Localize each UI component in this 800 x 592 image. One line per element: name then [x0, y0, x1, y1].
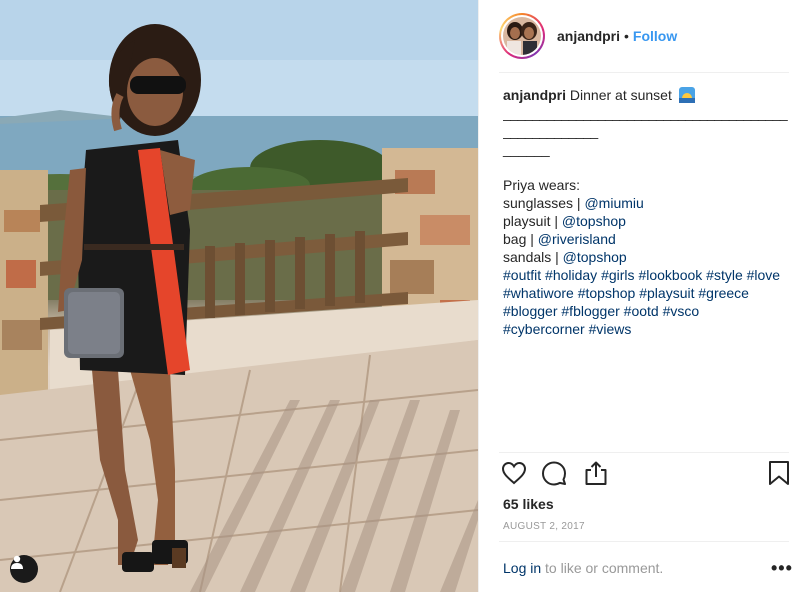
post-photo[interactable]: [0, 0, 478, 592]
caption-headline-line: anjandpri Dinner at sunset: [503, 86, 793, 104]
hashtag-link[interactable]: #topshop: [578, 285, 636, 301]
action-bar: [501, 460, 791, 490]
caption-item: sunglasses | @miumiu: [503, 194, 793, 212]
actions-divider: [499, 452, 789, 453]
hashtag-link[interactable]: #style: [706, 267, 743, 283]
login-link[interactable]: Log in: [503, 560, 541, 576]
mention-link[interactable]: @riverisland: [538, 231, 616, 247]
photo-scene: [0, 0, 478, 592]
hashtag-link[interactable]: #lookbook: [638, 267, 702, 283]
post-header: anjandpri • Follow: [479, 0, 800, 72]
likes-count[interactable]: 65 likes: [503, 496, 554, 512]
hashtag-link[interactable]: #blogger: [503, 303, 558, 319]
hashtag-link[interactable]: #girls: [601, 267, 634, 283]
caption-item-label: bag |: [503, 231, 538, 247]
like-button[interactable]: [501, 460, 527, 491]
hashtag-link[interactable]: #cybercorner: [503, 321, 585, 337]
caption-username[interactable]: anjandpri: [503, 87, 566, 103]
caption-item: bag | @riverisland: [503, 230, 793, 248]
hashtag-link[interactable]: #greece: [698, 285, 749, 301]
post-side-panel: anjandpri • Follow anjandpri Dinner at s…: [478, 0, 800, 592]
hashtag-line: #blogger #fblogger #ootd #vsco: [503, 302, 793, 320]
hashtag-link[interactable]: #outfit: [503, 267, 541, 283]
header-divider: [499, 72, 789, 73]
more-options-icon[interactable]: •••: [771, 558, 793, 579]
user-tag-button[interactable]: [10, 555, 38, 583]
bookmark-icon: [769, 461, 789, 485]
post-caption: anjandpri Dinner at sunset _____________…: [503, 86, 793, 338]
avatar-image: [503, 17, 541, 55]
hashtag-line: #outfit #holiday #girls #lookbook #style…: [503, 266, 793, 284]
caption-item-label: playsuit |: [503, 213, 562, 229]
caption-item: playsuit | @topshop: [503, 212, 793, 230]
hashtag-link[interactable]: #holiday: [545, 267, 597, 283]
caption-item: sandals | @topshop: [503, 248, 793, 266]
login-prompt: Log in to like or comment.: [503, 560, 663, 576]
caption-item-label: sandals |: [503, 249, 563, 265]
hashtag-link[interactable]: #playsuit: [639, 285, 694, 301]
hashtag-line: #cybercorner #views: [503, 320, 793, 338]
mention-link[interactable]: @topshop: [563, 249, 627, 265]
mention-link[interactable]: @topshop: [562, 213, 626, 229]
hashtag-link[interactable]: #whatiwore: [503, 285, 574, 301]
user-icon: [11, 555, 23, 569]
comment-button[interactable]: [541, 460, 567, 491]
hashtag-link[interactable]: #ootd: [624, 303, 659, 319]
hashtag-link[interactable]: #views: [589, 321, 632, 337]
hashtag-link[interactable]: #vsco: [663, 303, 700, 319]
heart-icon: [501, 461, 527, 485]
post-date: AUGUST 2, 2017: [503, 521, 585, 532]
share-icon: [585, 461, 607, 485]
comment-divider: [499, 541, 789, 542]
hashtag-line: #whatiwore #topshop #playsuit #greece: [503, 284, 793, 302]
hashtag-link[interactable]: #love: [747, 267, 780, 283]
follow-button[interactable]: Follow: [633, 28, 677, 44]
comment-icon: [542, 461, 566, 486]
save-button[interactable]: [767, 460, 791, 491]
caption-headline: Dinner at sunset: [569, 87, 672, 103]
header-separator: •: [624, 28, 629, 44]
share-button[interactable]: [583, 460, 609, 491]
avatar-photo-icon: [503, 17, 541, 55]
header-username[interactable]: anjandpri: [557, 28, 620, 44]
caption-item-label: sunglasses |: [503, 195, 585, 211]
sunset-emoji-icon: [678, 87, 695, 103]
avatar-frame: [501, 15, 543, 57]
caption-divider-tail: ______: [503, 141, 550, 157]
caption-intro: Priya wears:: [503, 177, 581, 193]
login-prompt-text: to like or comment.: [541, 560, 664, 576]
caption-divider-line: ________________________________________…: [503, 105, 788, 139]
mention-link[interactable]: @miumiu: [584, 195, 643, 211]
avatar[interactable]: [499, 13, 545, 59]
hashtag-link[interactable]: #fblogger: [561, 303, 619, 319]
